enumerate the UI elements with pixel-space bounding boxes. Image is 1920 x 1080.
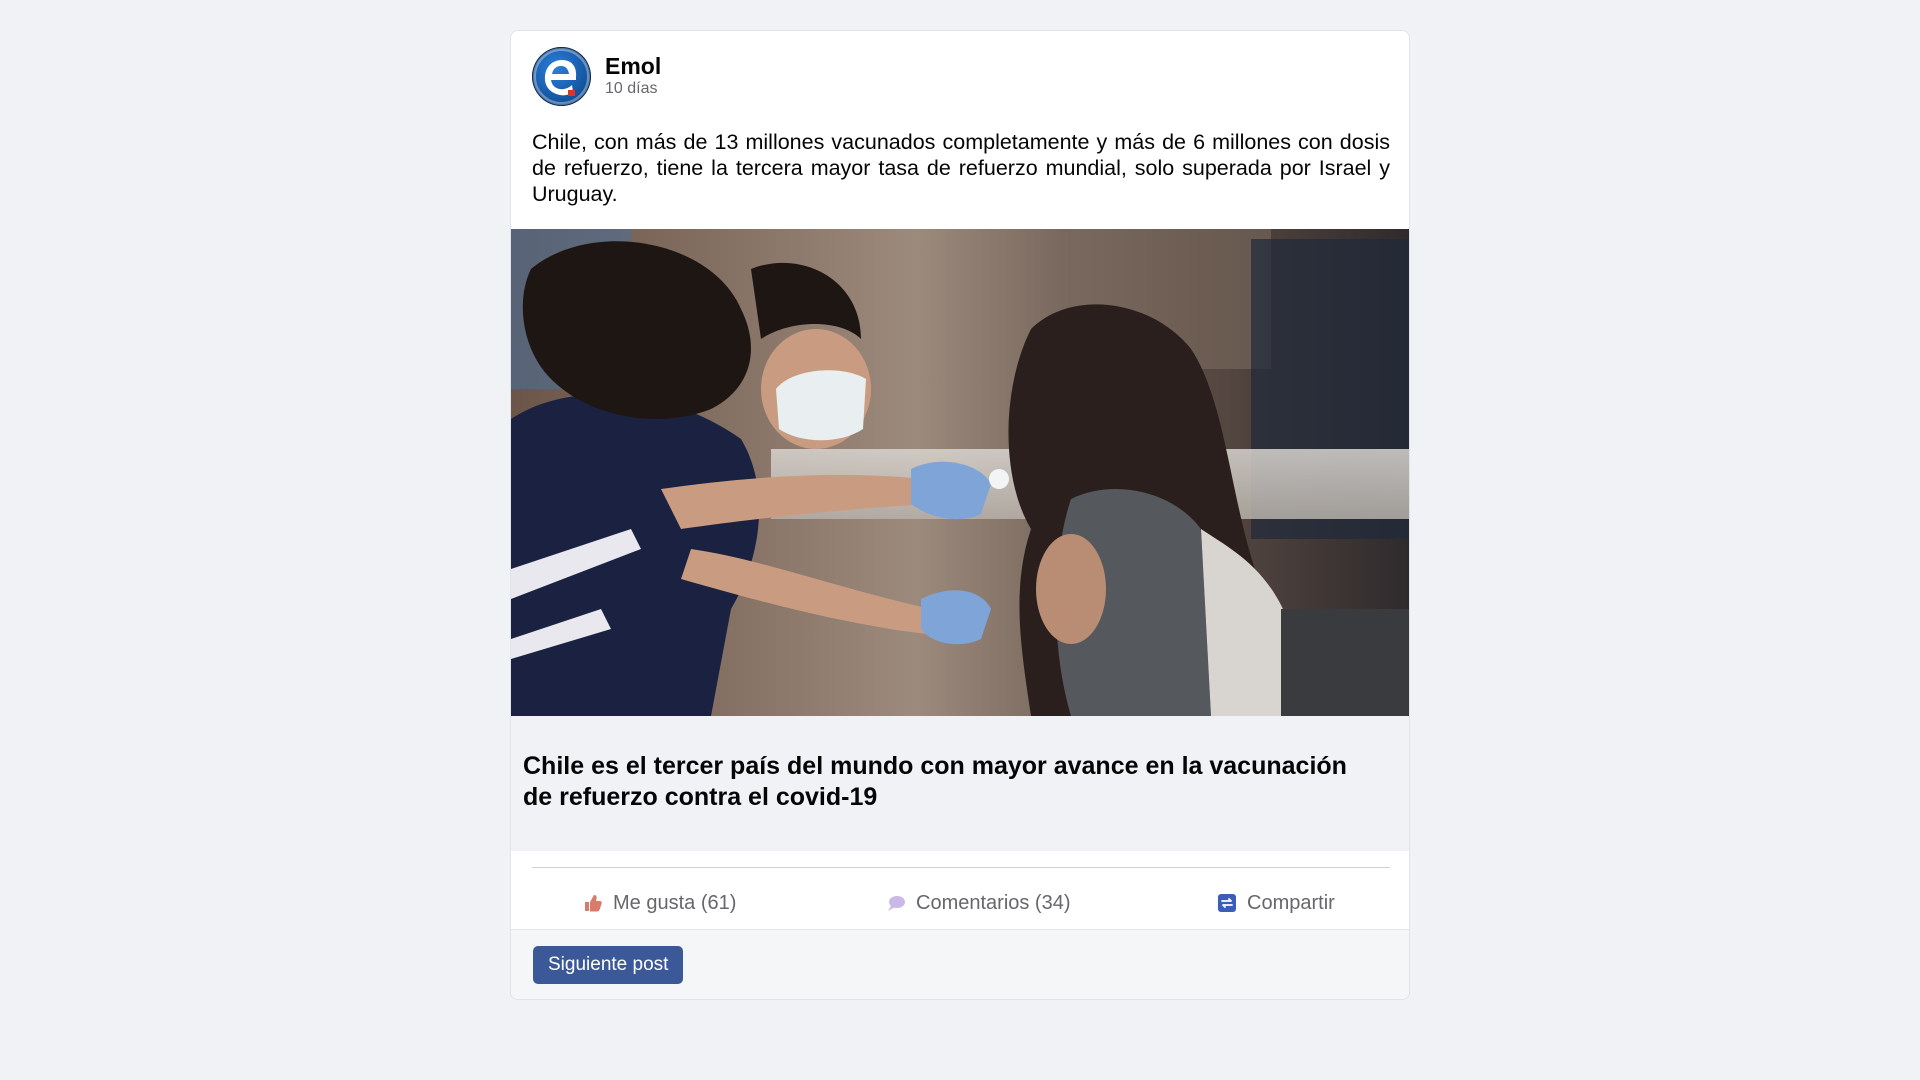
- link-preview-title[interactable]: Chile es el tercer país del mundo con ma…: [523, 751, 1383, 813]
- emol-logo-avatar[interactable]: [532, 46, 591, 106]
- speech-bubble-icon: [886, 893, 906, 913]
- share-icon: [1217, 893, 1237, 913]
- footer-bar: Siguiente post: [511, 929, 1409, 999]
- next-post-button[interactable]: Siguiente post: [533, 946, 684, 984]
- vaccination-photo-icon: [511, 229, 1409, 716]
- actions-bar: Me gusta (61) Comentarios (34) Compartir: [511, 881, 1409, 925]
- post-header: Emol 10 días: [532, 46, 661, 106]
- header-text: Emol 10 días: [605, 53, 661, 99]
- actions-divider: [532, 867, 1390, 868]
- author-name[interactable]: Emol: [605, 53, 661, 79]
- comment-label: Comentarios (34): [916, 891, 1071, 914]
- post-timestamp[interactable]: 10 días: [605, 79, 661, 99]
- comment-button[interactable]: Comentarios (34): [886, 881, 1071, 925]
- thumbs-up-icon: [583, 893, 603, 913]
- share-label: Compartir: [1247, 891, 1335, 914]
- post-text: Chile, con más de 13 millones vacunados …: [532, 130, 1390, 206]
- post-card: Emol 10 días Chile, con más de 13 millon…: [510, 30, 1410, 1000]
- share-button[interactable]: Compartir: [1217, 881, 1335, 925]
- post-image[interactable]: [511, 229, 1409, 716]
- like-label: Me gusta (61): [613, 891, 737, 914]
- like-button[interactable]: Me gusta (61): [583, 881, 736, 925]
- link-preview[interactable]: Chile es el tercer país del mundo con ma…: [511, 716, 1409, 851]
- emol-logo-icon: [533, 47, 590, 105]
